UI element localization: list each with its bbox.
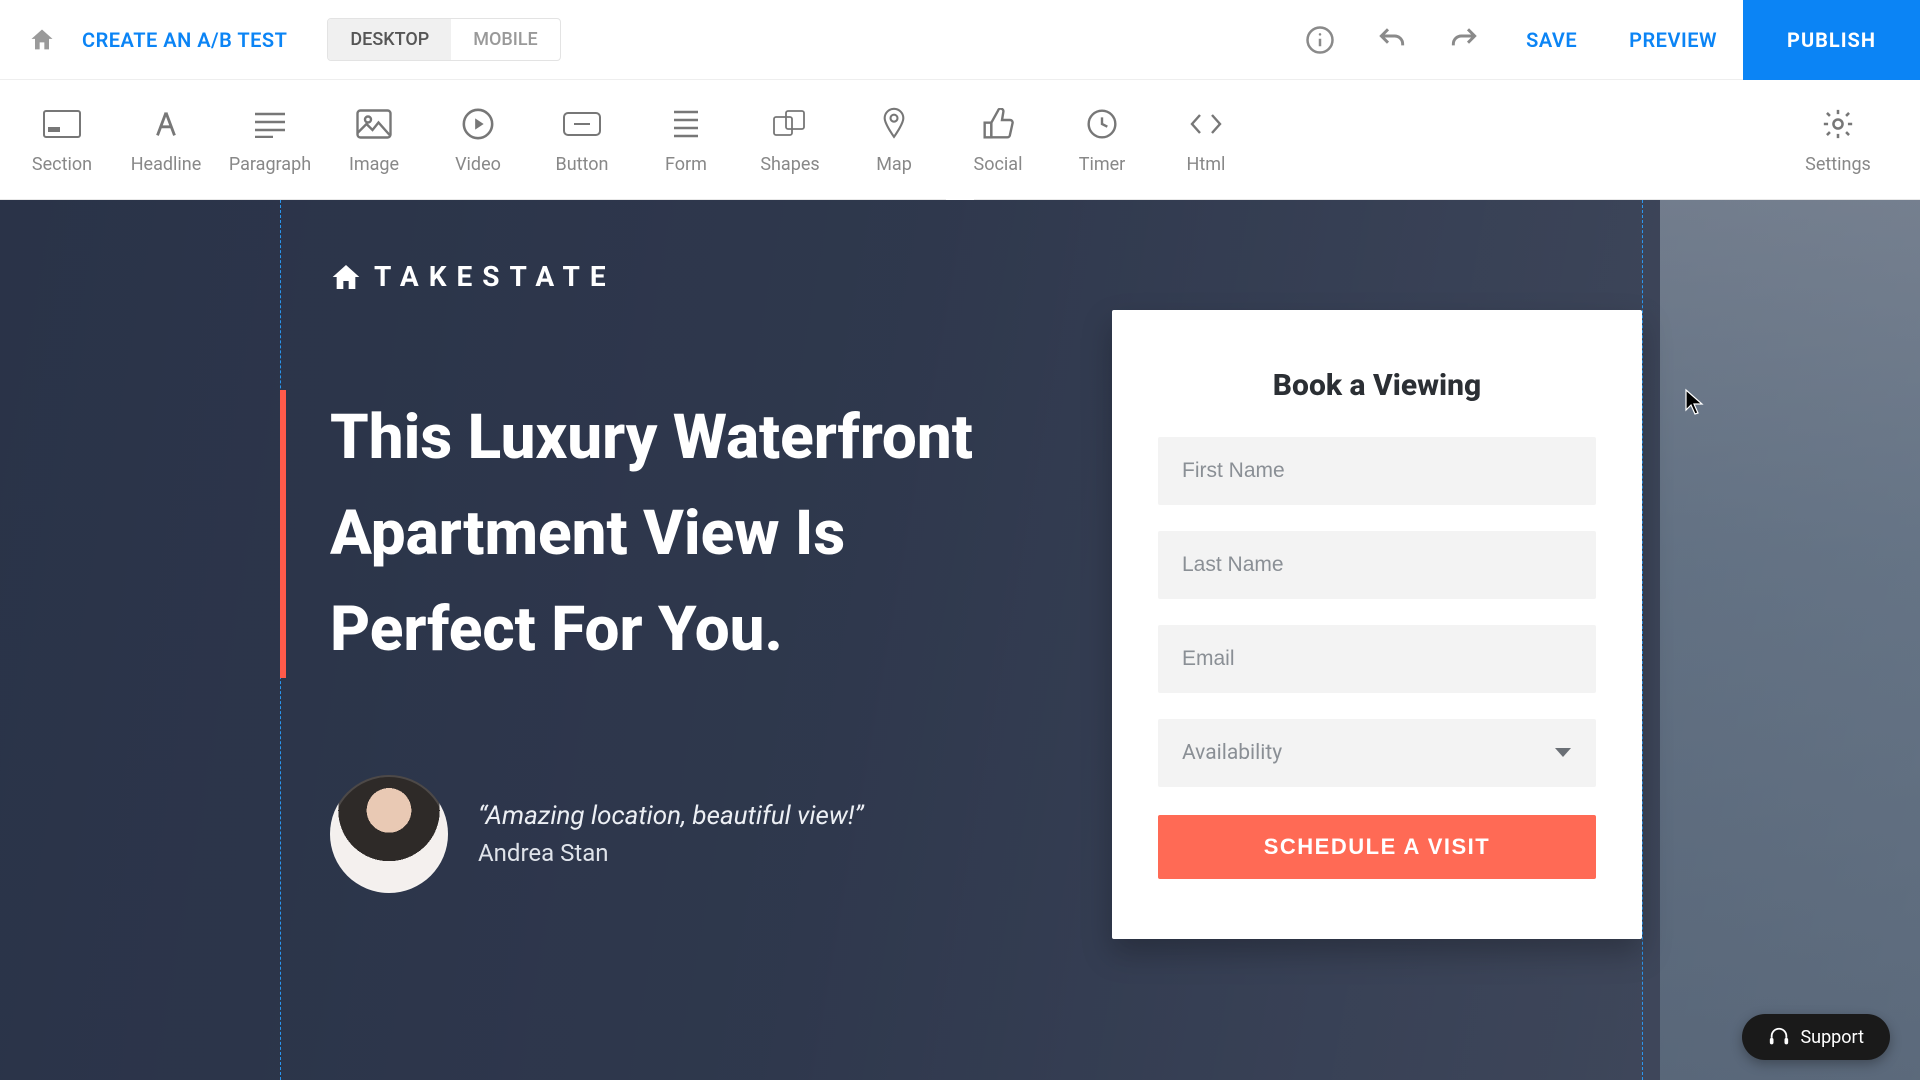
tool-label: Section: [32, 154, 92, 175]
testimonial-author: Andrea Stan: [478, 839, 863, 867]
button-icon: [562, 111, 602, 137]
home-button[interactable]: [20, 18, 64, 62]
form-title: Book a Viewing: [1158, 368, 1596, 403]
undo-button[interactable]: [1368, 16, 1416, 64]
redo-button[interactable]: [1440, 16, 1488, 64]
headline-block[interactable]: This Luxury Waterfront Apartment View Is…: [330, 390, 1030, 678]
publish-button[interactable]: PUBLISH: [1743, 0, 1920, 80]
testimonial-quote: “Amazing location, beautiful view!”: [478, 801, 863, 831]
tab-mobile[interactable]: MOBILE: [451, 19, 560, 60]
tool-shapes[interactable]: Shapes: [738, 104, 842, 175]
device-toggle: DESKTOP MOBILE: [327, 18, 560, 61]
shapes-icon: [772, 109, 808, 139]
support-label: Support: [1800, 1027, 1864, 1048]
tool-timer[interactable]: Timer: [1050, 104, 1154, 175]
tool-label: Settings: [1805, 154, 1871, 175]
last-name-field[interactable]: [1158, 531, 1596, 599]
tool-label: Shapes: [760, 154, 819, 175]
tool-label: Paragraph: [229, 154, 311, 175]
brand-name: TAKESTATE: [374, 260, 616, 293]
availability-label: Availability: [1182, 741, 1282, 765]
create-ab-test-link[interactable]: CREATE AN A/B TEST: [82, 28, 287, 52]
brand-logo[interactable]: TAKESTATE: [330, 260, 616, 293]
info-icon: [1305, 25, 1335, 55]
tool-headline[interactable]: Headline: [114, 104, 218, 175]
tool-label: Headline: [131, 154, 202, 175]
tool-form[interactable]: Form: [634, 104, 738, 175]
tool-html[interactable]: Html: [1154, 104, 1258, 175]
tool-settings[interactable]: Settings: [1786, 104, 1890, 175]
video-icon: [461, 107, 495, 141]
image-icon: [356, 109, 392, 139]
chevron-down-icon: [1554, 747, 1572, 759]
save-button[interactable]: SAVE: [1500, 28, 1603, 52]
preview-button[interactable]: PREVIEW: [1603, 28, 1743, 52]
background-decoration: [1660, 200, 1920, 1080]
first-name-field[interactable]: [1158, 437, 1596, 505]
tool-label: Form: [665, 154, 707, 175]
info-button[interactable]: [1296, 16, 1344, 64]
guide-line-right: [1642, 200, 1643, 1080]
redo-icon: [1448, 24, 1480, 56]
top-bar: CREATE AN A/B TEST DESKTOP MOBILE SAVE P…: [0, 0, 1920, 80]
tool-label: Video: [455, 154, 501, 175]
tool-social[interactable]: Social: [946, 104, 1050, 175]
section-icon: [42, 109, 82, 139]
tool-image[interactable]: Image: [322, 104, 426, 175]
support-button[interactable]: Support: [1742, 1014, 1890, 1060]
tool-map[interactable]: Map: [842, 104, 946, 175]
house-icon: [330, 261, 362, 293]
clock-icon: [1086, 108, 1118, 140]
tool-paragraph[interactable]: Paragraph: [218, 104, 322, 175]
tool-label: Timer: [1079, 154, 1126, 175]
tool-button[interactable]: Button: [530, 104, 634, 175]
tool-label: Map: [876, 154, 912, 175]
form-icon: [671, 108, 701, 140]
tool-label: Html: [1187, 154, 1226, 175]
headline-text: This Luxury Waterfront Apartment View Is…: [330, 390, 1030, 678]
booking-form[interactable]: Book a Viewing Availability SCHEDULE A V…: [1112, 310, 1642, 939]
tool-video[interactable]: Video: [426, 104, 530, 175]
headline-icon: [149, 107, 183, 141]
map-pin-icon: [880, 106, 908, 142]
availability-select[interactable]: Availability: [1158, 719, 1596, 787]
tool-label: Social: [974, 154, 1023, 175]
headset-icon: [1768, 1026, 1790, 1048]
undo-icon: [1376, 24, 1408, 56]
tool-section[interactable]: Section: [10, 104, 114, 175]
paragraph-icon: [253, 110, 287, 138]
testimonial[interactable]: “Amazing location, beautiful view!” Andr…: [330, 775, 863, 893]
tool-label: Image: [349, 154, 399, 175]
selection-marker: [280, 390, 286, 678]
avatar: [330, 775, 448, 893]
schedule-visit-button[interactable]: SCHEDULE A VISIT: [1158, 815, 1596, 879]
email-field[interactable]: [1158, 625, 1596, 693]
code-icon: [1188, 111, 1224, 137]
thumbs-up-icon: [982, 108, 1014, 140]
tool-label: Button: [556, 154, 609, 175]
element-toolbar: Section Headline Paragraph Image Video B…: [0, 80, 1920, 200]
tab-desktop[interactable]: DESKTOP: [328, 19, 451, 60]
gear-icon: [1821, 107, 1855, 141]
home-icon: [28, 26, 56, 54]
editor-canvas[interactable]: TAKESTATE This Luxury Waterfront Apartme…: [0, 200, 1920, 1080]
